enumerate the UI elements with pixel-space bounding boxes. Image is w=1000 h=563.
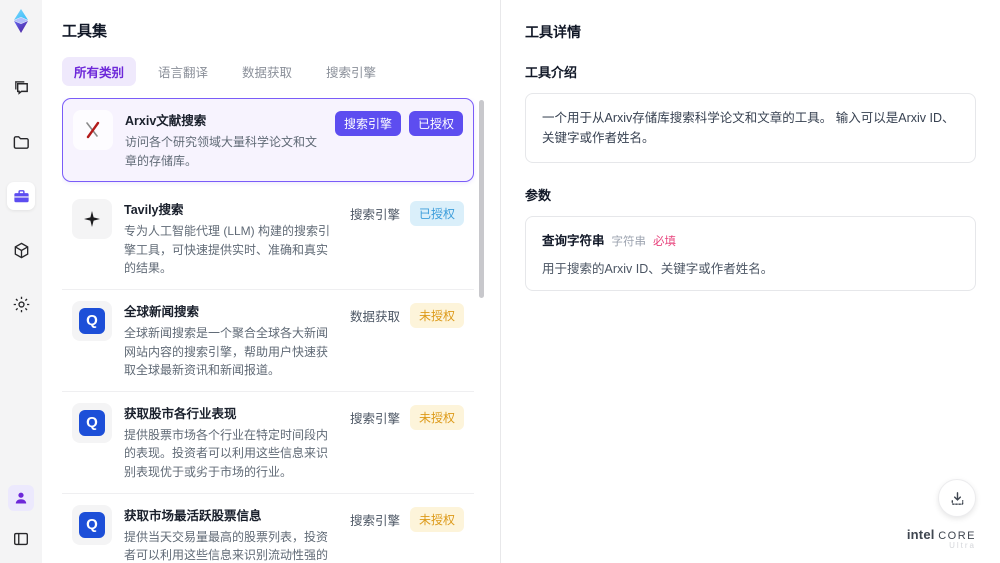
sidebar-item-chat[interactable] xyxy=(7,74,35,102)
params-section-title: 参数 xyxy=(525,188,552,203)
download-button[interactable] xyxy=(938,479,976,517)
tab-search-engine[interactable]: 搜索引擎 xyxy=(314,57,388,86)
tool-description: 提供当天交易量最高的股票列表，投资者可以利用这些信息来识别流动性强的股票和潜在的… xyxy=(124,529,329,563)
tool-list-panel: 工具集 所有类别 语言翻译 数据获取 搜索引擎 Arxiv文献搜索 访问各个研究… xyxy=(42,0,500,563)
category-label: 数据获取 xyxy=(349,309,400,324)
sidebar-item-settings[interactable] xyxy=(7,290,35,318)
news-q-icon: Q xyxy=(72,402,112,443)
param-name: 查询字符串 xyxy=(542,234,605,248)
sidebar-item-tools[interactable] xyxy=(7,182,35,210)
news-q-icon: Q xyxy=(72,300,112,341)
tool-card-arxiv[interactable]: Arxiv文献搜索 访问各个研究领域大量科学论文和文章的存储库。 搜索引擎 已授… xyxy=(62,98,474,183)
tool-card-global-news[interactable]: Q 全球新闻搜索 全球新闻搜索是一个聚合全球各大新闻网站内容的搜索引擎，帮助用户… xyxy=(62,290,474,392)
collapse-panel-icon[interactable] xyxy=(7,525,35,553)
tool-detail-panel: 工具详情 工具介绍 一个用于从Arxiv存储库搜索科学论文和文章的工具。 输入可… xyxy=(500,0,1000,563)
param-description: 用于搜索的Arxiv ID、关键字或作者姓名。 xyxy=(542,262,774,276)
tool-description: 访问各个研究领域大量科学论文和文章的存储库。 xyxy=(125,135,318,168)
category-badge: 搜索引擎 xyxy=(334,111,401,136)
brand-sub: Ultra xyxy=(949,541,976,551)
tavily-star-icon xyxy=(72,199,112,240)
auth-badge: 未授权 xyxy=(409,404,464,430)
tab-language-translation[interactable]: 语言翻译 xyxy=(146,57,220,86)
auth-badge: 未授权 xyxy=(409,302,464,328)
brand-core: CORE xyxy=(938,529,976,542)
tool-name: 获取股市各行业表现 xyxy=(124,406,237,421)
app-window: 工具集 所有类别 语言翻译 数据获取 搜索引擎 Arxiv文献搜索 访问各个研究… xyxy=(0,0,1000,563)
tool-list: Arxiv文献搜索 访问各个研究领域大量科学论文和文章的存储库。 搜索引擎 已授… xyxy=(62,98,486,563)
app-logo-icon xyxy=(8,8,34,34)
intro-section-title: 工具介绍 xyxy=(525,65,578,80)
sidebar-nav xyxy=(7,74,35,318)
tab-data-fetching[interactable]: 数据获取 xyxy=(230,57,304,86)
tool-card-tavily[interactable]: Tavily搜索 专为人工智能代理 (LLM) 构建的搜索引擎工具，可快速提供实… xyxy=(62,188,474,290)
category-label: 搜索引擎 xyxy=(349,208,400,223)
category-tabs: 所有类别 语言翻译 数据获取 搜索引擎 xyxy=(62,57,486,86)
sidebar-bottom xyxy=(7,485,35,553)
tool-name: 获取市场最活跃股票信息 xyxy=(124,508,262,523)
brand-intel: intel xyxy=(906,526,935,542)
arxiv-icon xyxy=(73,110,113,150)
tool-intro-box: 一个用于从Arxiv存储库搜索科学论文和文章的工具。 输入可以是Arxiv ID… xyxy=(525,93,976,163)
category-label: 搜索引擎 xyxy=(349,513,400,528)
category-label: 搜索引擎 xyxy=(349,411,400,426)
tool-card-stock-sectors[interactable]: Q 获取股市各行业表现 提供股票市场各个行业在特定时间段内的表现。投资者可以利用… xyxy=(62,392,474,494)
detail-title: 工具详情 xyxy=(525,24,581,40)
sidebar-item-models[interactable] xyxy=(7,236,35,264)
sidebar-item-files[interactable] xyxy=(7,128,35,156)
tab-all-categories[interactable]: 所有类别 xyxy=(62,57,137,86)
sidebar xyxy=(0,0,42,563)
page-title: 工具集 xyxy=(62,23,108,40)
scrollbar-thumb[interactable] xyxy=(479,100,484,298)
news-q-icon: Q xyxy=(72,504,112,545)
tool-description: 提供股票市场各个行业在特定时间段内的表现。投资者可以利用这些信息来识别表现优于或… xyxy=(124,427,329,479)
param-box: 查询字符串 字符串 必填 用于搜索的Arxiv ID、关键字或作者姓名。 xyxy=(525,216,976,291)
param-type: 字符串 xyxy=(611,236,647,248)
auth-badge: 已授权 xyxy=(409,201,464,227)
intel-core-logo: intel CORE Ultra xyxy=(906,526,976,551)
tool-description: 全球新闻搜索是一个聚合全球各大新闻网站内容的搜索引擎，帮助用户快速获取全球最新资… xyxy=(124,325,329,378)
auth-badge: 未授权 xyxy=(409,506,464,532)
param-required-flag: 必填 xyxy=(653,236,677,248)
tool-card-active-stocks[interactable]: Q 获取市场最活跃股票信息 提供当天交易量最高的股票列表，投资者可以利用这些信息… xyxy=(62,494,474,563)
auth-badge: 已授权 xyxy=(408,111,463,136)
tool-name: Tavily搜索 xyxy=(124,203,184,218)
user-avatar[interactable] xyxy=(8,485,34,511)
tool-description: 专为人工智能代理 (LLM) 构建的搜索引擎工具，可快速提供实时、准确和真实的结… xyxy=(124,224,331,276)
tool-name: 全球新闻搜索 xyxy=(124,304,200,319)
tool-name: Arxiv文献搜索 xyxy=(125,114,207,128)
